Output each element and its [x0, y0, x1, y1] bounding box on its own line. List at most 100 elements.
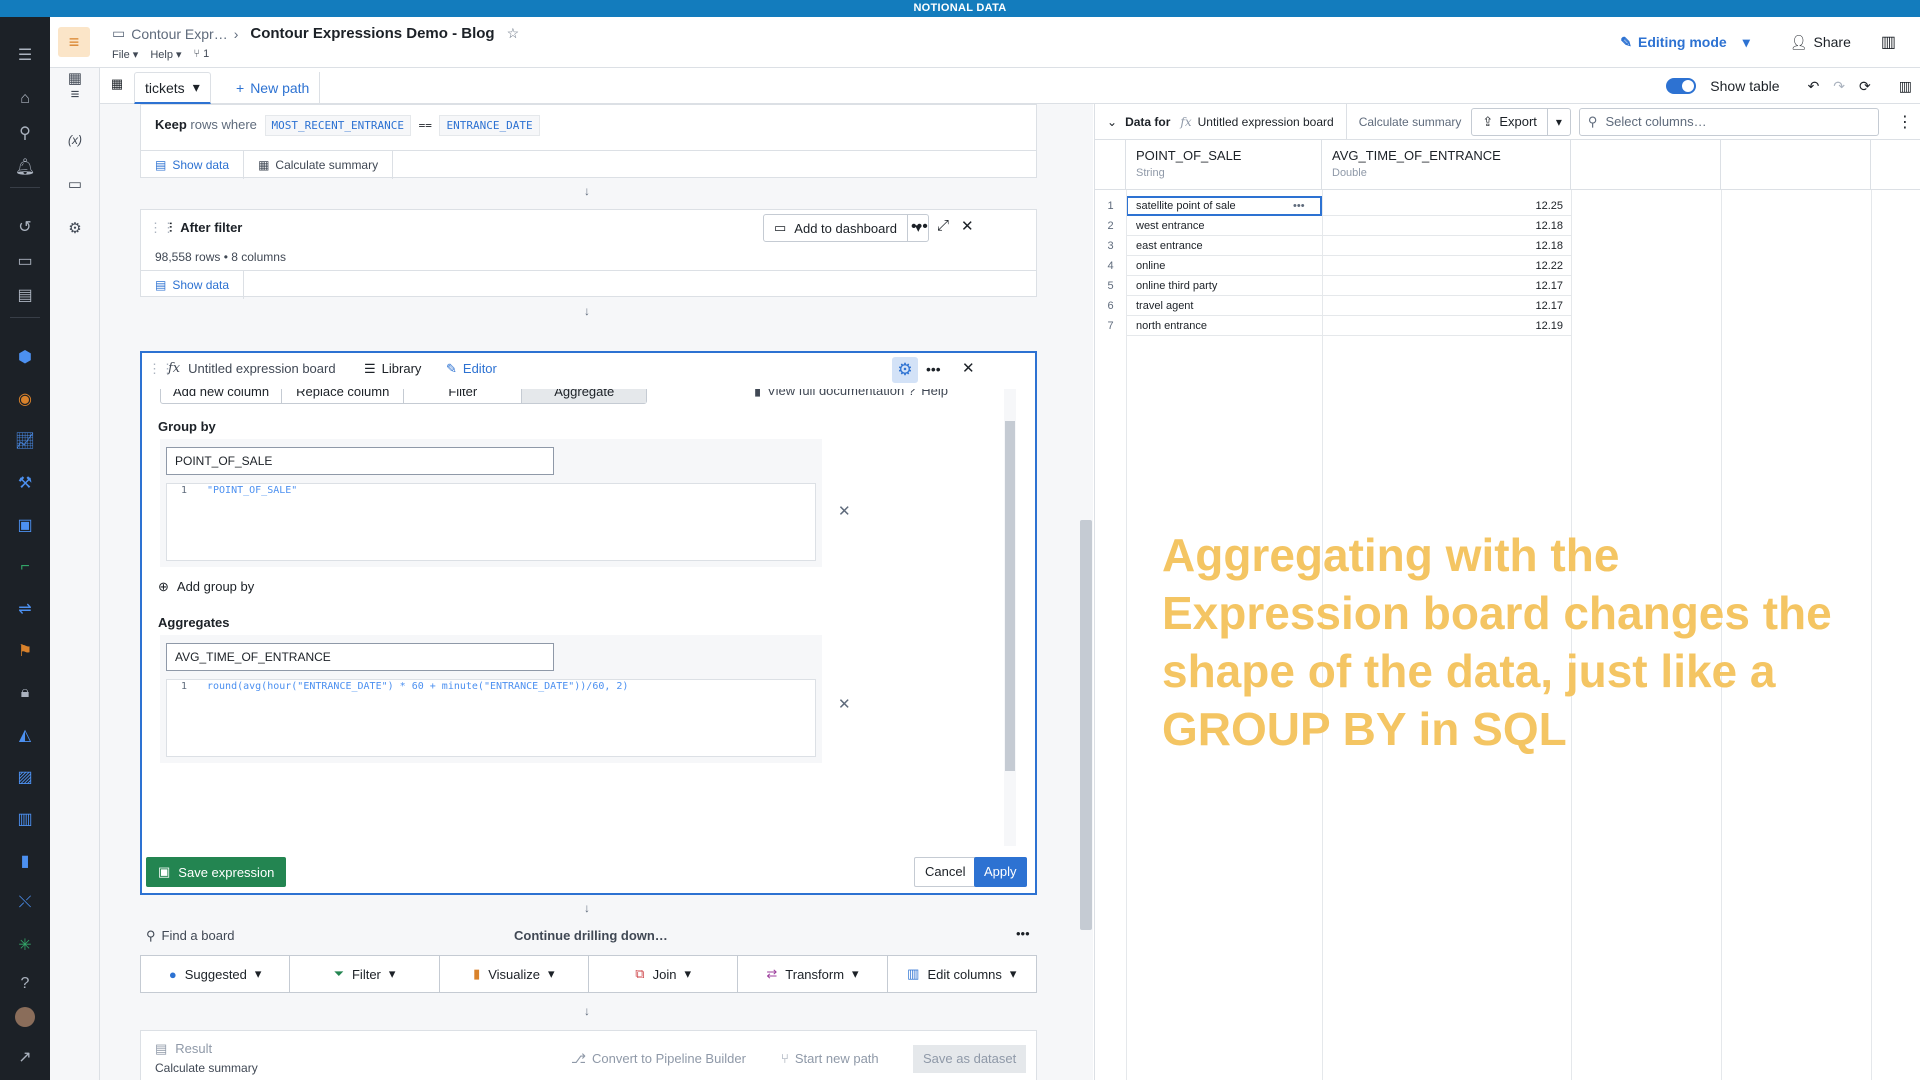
cell-point-of-sale[interactable]: east entrance — [1126, 236, 1322, 256]
save-expression-button[interactable]: ▣ Save expression — [146, 857, 287, 887]
cell-point-of-sale[interactable]: online — [1126, 256, 1322, 276]
star-icon[interactable]: ☆ — [507, 25, 520, 42]
find-board-input[interactable]: ⚲ Find a board — [146, 928, 235, 944]
layout-icon[interactable]: ▥ — [1899, 78, 1912, 95]
dashboard-icon[interactable]: ▭ — [63, 172, 87, 196]
analytics-icon[interactable]: ▮ — [13, 849, 37, 873]
new-path-button[interactable]: + New path — [226, 72, 321, 104]
undo-icon[interactable]: ↶ — [1808, 78, 1820, 95]
cell-point-of-sale[interactable]: travel agent — [1126, 296, 1322, 316]
cell-avg-time[interactable]: 12.22 — [1322, 256, 1571, 276]
more-icon[interactable]: ••• — [911, 218, 928, 236]
table-row[interactable]: 3 east entrance 12.18 — [1095, 236, 1920, 256]
suggested-button[interactable]: ● Suggested ▾ — [141, 956, 291, 992]
cell-avg-time[interactable]: 12.17 — [1322, 296, 1571, 316]
view-docs-link[interactable]: ▮ View full documentation — [754, 389, 904, 399]
settings-gear-icon[interactable]: ⚙ — [892, 357, 918, 383]
collapse-chevron-icon[interactable]: ⌄ — [1107, 115, 1117, 129]
avatar[interactable] — [15, 1007, 35, 1027]
apply-button[interactable]: Apply — [974, 857, 1027, 887]
chart-icon[interactable]: 📈︎ — [13, 429, 37, 453]
panel-toggle-icon[interactable]: ▥ — [1881, 32, 1896, 52]
flag-icon[interactable]: ⚑ — [13, 639, 37, 663]
table-row[interactable]: 2 west entrance 12.18 — [1095, 216, 1920, 236]
add-group-by-button[interactable]: ⊕ Add group by — [158, 579, 254, 595]
group-by-name-input[interactable]: POINT_OF_SALE — [166, 447, 554, 475]
catalog-icon[interactable]: ▤ — [13, 283, 37, 307]
table-view-icon[interactable]: ▦ — [100, 76, 134, 92]
close-icon[interactable]: ✕ — [962, 359, 975, 377]
redo-icon[interactable]: ↷ — [1833, 78, 1845, 95]
cell-point-of-sale[interactable]: north entrance — [1126, 316, 1322, 336]
search-icon[interactable]: ⚲ — [13, 121, 37, 145]
settings-gear-icon[interactable]: ⚙ — [63, 216, 87, 240]
table-row[interactable]: 7 north entrance 12.19 — [1095, 316, 1920, 336]
editor-scrollbar[interactable] — [1004, 389, 1016, 846]
filter-button[interactable]: ⏷ Filter ▾ — [290, 956, 440, 992]
tab-aggregate[interactable]: Aggregate — [522, 389, 647, 403]
table-row[interactable]: 6 travel agent 12.17 — [1095, 296, 1920, 316]
transform-icon[interactable]: ⇌ — [13, 597, 37, 621]
list-icon[interactable]: ≡ — [63, 82, 87, 106]
aggregate-name-input[interactable]: AVG_TIME_OF_ENTRANCE — [166, 643, 554, 671]
calculate-summary-tab[interactable]: ▦ Calculate summary — [244, 151, 394, 179]
column-pill[interactable]: ENTRANCE_DATE — [439, 115, 540, 136]
home-icon[interactable]: ⌂ — [13, 87, 37, 111]
lock-icon[interactable]: 🔒︎ — [13, 681, 37, 705]
external-link-icon[interactable]: ↗ — [13, 1045, 37, 1069]
files-icon[interactable]: ▭ — [13, 249, 37, 273]
join-button[interactable]: ⧉ Join ▾ — [589, 956, 739, 992]
column-pill[interactable]: MOST_RECENT_ENTRANCE — [264, 115, 411, 136]
more-icon[interactable]: ••• — [926, 361, 941, 377]
branch-indicator[interactable]: ⑂ 1 — [194, 48, 210, 61]
share-button[interactable]: 👤︎ Share — [1790, 34, 1851, 51]
ontology-icon[interactable]: ⬢ — [13, 345, 37, 369]
cell-point-of-sale[interactable]: online third party — [1126, 276, 1322, 296]
remove-aggregate-icon[interactable]: ✕ — [838, 695, 851, 713]
show-data-tab[interactable]: ▤ Show data — [141, 271, 245, 299]
hammer-icon[interactable]: ⚒ — [13, 471, 37, 495]
workshop-icon[interactable]: ◭ — [13, 723, 37, 747]
show-data-tab[interactable]: ▤ Show data — [141, 151, 245, 179]
edit-columns-button[interactable]: ▥ Edit columns ▾ — [888, 956, 1036, 992]
calculate-summary-button[interactable]: Calculate summary — [1345, 103, 1461, 140]
group-by-code-editor[interactable]: 1 "POINT_OF_SALE" — [166, 483, 816, 561]
breadcrumb-parent[interactable]: Contour Expr… — [131, 26, 227, 42]
graph-icon[interactable]: ⤬ — [13, 891, 37, 915]
cell-point-of-sale[interactable]: west entrance — [1126, 216, 1322, 236]
notifications-icon[interactable]: 🔔︎ — [13, 155, 37, 179]
dataset-icon[interactable]: ◉ — [13, 387, 37, 411]
tab-tickets[interactable]: tickets ▾ — [134, 72, 211, 104]
table-icon[interactable]: ▥ — [13, 807, 37, 831]
start-new-path-button[interactable]: ⑂ Start new path — [781, 1051, 879, 1066]
cell-avg-time[interactable]: 12.19 — [1322, 316, 1571, 336]
editor-tab[interactable]: ✎ Editor — [446, 361, 497, 377]
cell-avg-time[interactable]: 12.18 — [1322, 236, 1571, 256]
parameters-icon[interactable]: (x) — [63, 128, 87, 152]
object-icon[interactable]: ▣ — [13, 513, 37, 537]
close-icon[interactable]: ✕ — [961, 217, 974, 235]
select-columns-input[interactable]: ⚲ Select columns… — [1578, 107, 1879, 136]
page-title[interactable]: Contour Expressions Demo - Blog — [250, 25, 494, 42]
tab-replace-column[interactable]: Replace column — [282, 389, 405, 403]
column-header-avg-time[interactable]: AVG_TIME_OF_ENTRANCE Double — [1322, 140, 1571, 190]
cell-avg-time[interactable]: 12.17 — [1322, 276, 1571, 296]
aggregate-code-editor[interactable]: 1 round(avg(hour("ENTRANCE_DATE") * 60 +… — [166, 679, 816, 757]
table-row[interactable]: 5 online third party 12.17 — [1095, 276, 1920, 296]
help-link[interactable]: ? Help — [908, 389, 948, 398]
cancel-button[interactable]: Cancel — [914, 857, 977, 887]
convert-pipeline-button[interactable]: ⎇ Convert to Pipeline Builder — [571, 1051, 746, 1067]
help-icon[interactable]: ? — [13, 972, 37, 996]
editing-mode-button[interactable]: ✎ Editing mode ▾ — [1620, 34, 1749, 51]
remove-group-by-icon[interactable]: ✕ — [838, 502, 851, 520]
recent-icon[interactable]: ↺ — [13, 215, 37, 239]
table-row[interactable]: 1 satellite point of sale 12.25 ••• — [1095, 196, 1920, 216]
canvas-scrollbar-thumb[interactable] — [1080, 520, 1092, 930]
add-to-dashboard-button[interactable]: ▭ Add to dashboard ▾ — [763, 214, 930, 242]
expand-menu-icon[interactable]: ☰ — [13, 43, 37, 67]
menu-help[interactable]: Help ▾ — [150, 48, 181, 61]
export-button[interactable]: ⇪ Export ▾ — [1471, 107, 1571, 136]
menu-file[interactable]: File ▾ — [112, 48, 138, 61]
visualize-button[interactable]: ▮ Visualize ▾ — [440, 956, 589, 992]
calculate-summary-link[interactable]: Calculate summary — [155, 1061, 258, 1075]
